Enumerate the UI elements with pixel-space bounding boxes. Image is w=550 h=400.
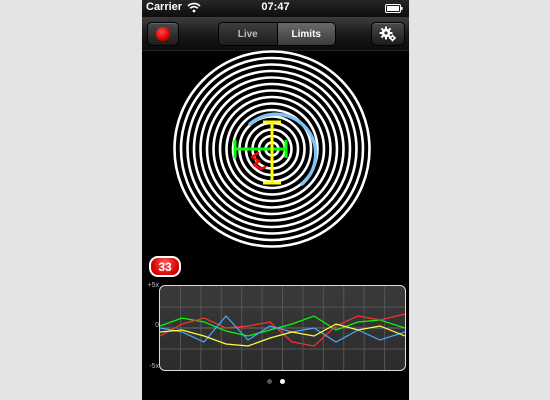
history-graph-plot — [160, 286, 405, 370]
graph-y-bottom-label: -5x — [149, 363, 159, 370]
graph-y-mid-label: 0 — [155, 322, 159, 329]
record-dot-icon — [156, 27, 170, 41]
graph-y-top-label: +5x — [147, 282, 159, 289]
page-indicator[interactable] — [142, 379, 409, 387]
mode-segmented-control: Live Limits — [218, 22, 336, 46]
battery-icon — [385, 4, 403, 13]
tab-limits[interactable]: Limits — [277, 23, 335, 45]
toolbar: Live Limits — [142, 17, 409, 51]
history-graph — [159, 285, 406, 371]
clock: 07:47 — [261, 1, 290, 13]
status-bar: Carrier 07:47 — [142, 0, 409, 17]
gear-icon — [379, 25, 397, 48]
tab-live[interactable]: Live — [219, 23, 277, 45]
phone-screen: Carrier 07:47 Live Limits 33 +5x 0 -5x — [142, 0, 409, 400]
page-dot[interactable] — [279, 379, 285, 384]
record-button[interactable] — [147, 22, 179, 46]
target-view — [173, 50, 371, 248]
settings-button[interactable] — [371, 22, 405, 46]
count-badge: 33 — [149, 256, 181, 277]
page-dot[interactable] — [266, 379, 272, 384]
